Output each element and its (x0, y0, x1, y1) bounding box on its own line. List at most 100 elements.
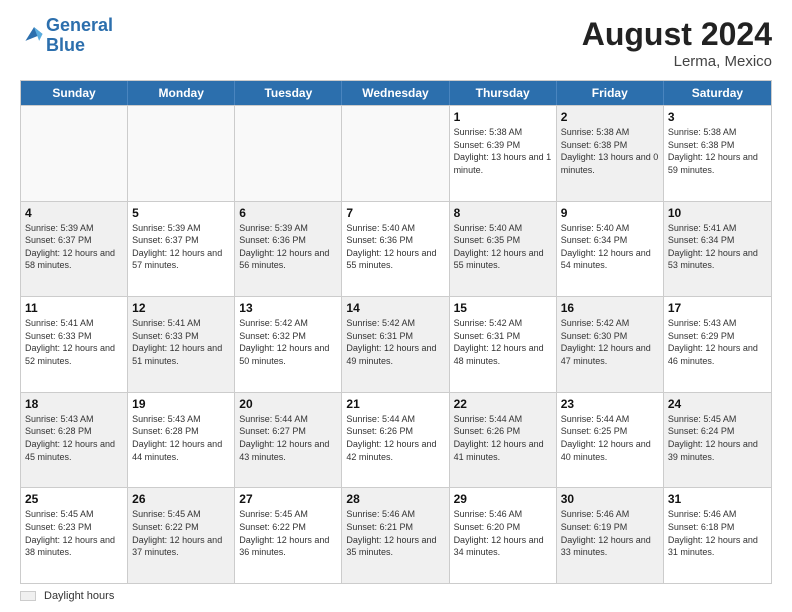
day-number: 10 (668, 206, 767, 220)
col-monday: Monday (128, 81, 235, 105)
day-cell-29: 29 Sunrise: 5:46 AM Sunset: 6:20 PM Dayli… (450, 488, 557, 583)
day-cell-23: 23 Sunrise: 5:44 AM Sunset: 6:25 PM Dayli… (557, 393, 664, 488)
day-number: 22 (454, 397, 552, 411)
cell-info: Sunrise: 5:42 AM Sunset: 6:30 PM Dayligh… (561, 317, 659, 367)
cell-info: Sunrise: 5:40 AM Sunset: 6:35 PM Dayligh… (454, 222, 552, 272)
day-cell-14: 14 Sunrise: 5:42 AM Sunset: 6:31 PM Dayli… (342, 297, 449, 392)
day-number: 18 (25, 397, 123, 411)
day-cell-empty (128, 106, 235, 201)
day-number: 12 (132, 301, 230, 315)
cell-info: Sunrise: 5:45 AM Sunset: 6:22 PM Dayligh… (239, 508, 337, 558)
day-number: 13 (239, 301, 337, 315)
footer: Daylight hours (20, 590, 772, 602)
day-cell-18: 18 Sunrise: 5:43 AM Sunset: 6:28 PM Dayli… (21, 393, 128, 488)
day-cell-empty (342, 106, 449, 201)
day-number: 30 (561, 492, 659, 506)
day-number: 14 (346, 301, 444, 315)
calendar: Sunday Monday Tuesday Wednesday Thursday… (20, 80, 772, 584)
page: General Blue August 2024 Lerma, Mexico S… (0, 0, 792, 612)
day-cell-24: 24 Sunrise: 5:45 AM Sunset: 6:24 PM Dayli… (664, 393, 771, 488)
day-cell-28: 28Sunrise: 5:46 AM Sunset: 6:21 PM Dayli… (342, 488, 449, 583)
day-cell-13: 13 Sunrise: 5:42 AM Sunset: 6:32 PM Dayli… (235, 297, 342, 392)
cell-info: Sunrise: 5:46 AM Sunset: 6:18 PM Dayligh… (668, 508, 767, 558)
cell-info: Sunrise: 5:41 AM Sunset: 6:33 PM Dayligh… (132, 317, 230, 367)
day-number: 31 (668, 492, 767, 506)
week-row-3: 11 Sunrise: 5:41 AM Sunset: 6:33 PM Dayli… (21, 296, 771, 392)
day-number: 1 (454, 110, 552, 124)
day-cell-21: 21Sunrise: 5:44 AM Sunset: 6:26 PM Dayli… (342, 393, 449, 488)
cell-info: Sunrise: 5:41 AM Sunset: 6:34 PM Dayligh… (668, 222, 767, 272)
day-cell-7: 7Sunrise: 5:40 AM Sunset: 6:36 PM Daylig… (342, 202, 449, 297)
calendar-body: 1 Sunrise: 5:38 AM Sunset: 6:39 PM Daylig… (21, 105, 771, 583)
week-row-1: 1 Sunrise: 5:38 AM Sunset: 6:39 PM Daylig… (21, 105, 771, 201)
week-row-5: 25Sunrise: 5:45 AM Sunset: 6:23 PM Dayli… (21, 487, 771, 583)
day-number: 29 (454, 492, 552, 506)
day-cell-1: 1 Sunrise: 5:38 AM Sunset: 6:39 PM Daylig… (450, 106, 557, 201)
cell-info: Sunrise: 5:40 AM Sunset: 6:36 PM Dayligh… (346, 222, 444, 272)
cell-info: Sunrise: 5:44 AM Sunset: 6:26 PM Dayligh… (346, 413, 444, 463)
day-cell-11: 11 Sunrise: 5:41 AM Sunset: 6:33 PM Dayli… (21, 297, 128, 392)
cell-info: Sunrise: 5:44 AM Sunset: 6:25 PM Dayligh… (561, 413, 659, 463)
logo-line2: Blue (46, 35, 85, 55)
cell-info: Sunrise: 5:42 AM Sunset: 6:32 PM Dayligh… (239, 317, 337, 367)
location: Lerma, Mexico (582, 53, 772, 70)
day-cell-31: 31 Sunrise: 5:46 AM Sunset: 6:18 PM Dayli… (664, 488, 771, 583)
day-cell-10: 10 Sunrise: 5:41 AM Sunset: 6:34 PM Dayli… (664, 202, 771, 297)
day-cell-16: 16 Sunrise: 5:42 AM Sunset: 6:30 PM Dayli… (557, 297, 664, 392)
day-cell-30: 30 Sunrise: 5:46 AM Sunset: 6:19 PM Dayli… (557, 488, 664, 583)
day-number: 16 (561, 301, 659, 315)
day-number: 27 (239, 492, 337, 506)
cell-info: Sunrise: 5:39 AM Sunset: 6:37 PM Dayligh… (132, 222, 230, 272)
day-number: 9 (561, 206, 659, 220)
day-number: 2 (561, 110, 659, 124)
day-cell-19: 19 Sunrise: 5:43 AM Sunset: 6:28 PM Dayli… (128, 393, 235, 488)
logo-icon (22, 22, 46, 46)
cell-info: Sunrise: 5:38 AM Sunset: 6:38 PM Dayligh… (561, 126, 659, 176)
cell-info: Sunrise: 5:43 AM Sunset: 6:29 PM Dayligh… (668, 317, 767, 367)
col-friday: Friday (557, 81, 664, 105)
daylight-swatch (20, 591, 36, 601)
day-cell-26: 26 Sunrise: 5:45 AM Sunset: 6:22 PM Dayli… (128, 488, 235, 583)
day-number: 23 (561, 397, 659, 411)
day-cell-9: 9Sunrise: 5:40 AM Sunset: 6:34 PM Daylig… (557, 202, 664, 297)
day-number: 28 (346, 492, 444, 506)
title-block: August 2024 Lerma, Mexico (582, 16, 772, 70)
col-saturday: Saturday (664, 81, 771, 105)
day-number: 6 (239, 206, 337, 220)
day-number: 24 (668, 397, 767, 411)
cell-info: Sunrise: 5:45 AM Sunset: 6:24 PM Dayligh… (668, 413, 767, 463)
day-number: 3 (668, 110, 767, 124)
day-number: 8 (454, 206, 552, 220)
cell-info: Sunrise: 5:42 AM Sunset: 6:31 PM Dayligh… (346, 317, 444, 367)
day-number: 26 (132, 492, 230, 506)
day-number: 20 (239, 397, 337, 411)
cell-info: Sunrise: 5:45 AM Sunset: 6:22 PM Dayligh… (132, 508, 230, 558)
day-cell-empty (235, 106, 342, 201)
day-cell-20: 20Sunrise: 5:44 AM Sunset: 6:27 PM Dayli… (235, 393, 342, 488)
cell-info: Sunrise: 5:46 AM Sunset: 6:20 PM Dayligh… (454, 508, 552, 558)
week-row-2: 4 Sunrise: 5:39 AM Sunset: 6:37 PM Daylig… (21, 201, 771, 297)
day-cell-5: 5Sunrise: 5:39 AM Sunset: 6:37 PM Daylig… (128, 202, 235, 297)
cell-info: Sunrise: 5:43 AM Sunset: 6:28 PM Dayligh… (132, 413, 230, 463)
day-number: 17 (668, 301, 767, 315)
day-cell-27: 27 Sunrise: 5:45 AM Sunset: 6:22 PM Dayli… (235, 488, 342, 583)
footer-label: Daylight hours (44, 590, 114, 602)
day-number: 4 (25, 206, 123, 220)
cell-info: Sunrise: 5:41 AM Sunset: 6:33 PM Dayligh… (25, 317, 123, 367)
day-cell-15: 15Sunrise: 5:42 AM Sunset: 6:31 PM Dayli… (450, 297, 557, 392)
cell-info: Sunrise: 5:39 AM Sunset: 6:36 PM Dayligh… (239, 222, 337, 272)
col-thursday: Thursday (450, 81, 557, 105)
cell-info: Sunrise: 5:46 AM Sunset: 6:19 PM Dayligh… (561, 508, 659, 558)
cell-info: Sunrise: 5:43 AM Sunset: 6:28 PM Dayligh… (25, 413, 123, 463)
col-wednesday: Wednesday (342, 81, 449, 105)
day-cell-6: 6 Sunrise: 5:39 AM Sunset: 6:36 PM Daylig… (235, 202, 342, 297)
day-number: 11 (25, 301, 123, 315)
logo-line1: General (46, 15, 113, 35)
day-number: 19 (132, 397, 230, 411)
cell-info: Sunrise: 5:38 AM Sunset: 6:39 PM Dayligh… (454, 126, 552, 176)
col-tuesday: Tuesday (235, 81, 342, 105)
cell-info: Sunrise: 5:39 AM Sunset: 6:37 PM Dayligh… (25, 222, 123, 272)
day-cell-17: 17 Sunrise: 5:43 AM Sunset: 6:29 PM Dayli… (664, 297, 771, 392)
cell-info: Sunrise: 5:44 AM Sunset: 6:26 PM Dayligh… (454, 413, 552, 463)
cell-info: Sunrise: 5:45 AM Sunset: 6:23 PM Dayligh… (25, 508, 123, 558)
